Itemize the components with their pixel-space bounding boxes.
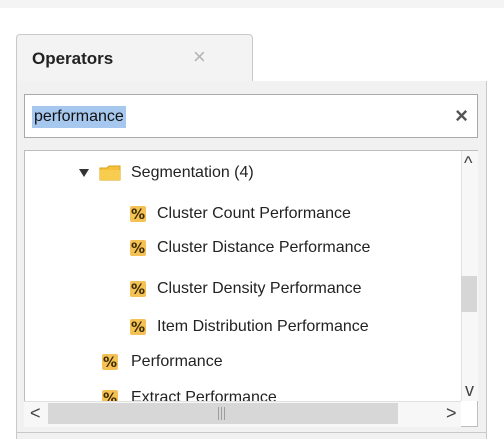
operator-percent-icon: % [130, 319, 146, 336]
top-strip [0, 0, 504, 8]
tree-item[interactable]: % Cluster Density Performance [25, 276, 461, 302]
expand-triangle-icon[interactable] [79, 169, 89, 177]
panel-divider [16, 432, 487, 433]
scroll-right-icon[interactable]: > [446, 404, 457, 422]
tree-item[interactable]: % Item Distribution Performance [25, 314, 461, 340]
svg-text:%: % [131, 207, 145, 223]
tab-title: Operators [32, 49, 114, 68]
tree-item-label: Cluster Count Performance [157, 205, 351, 222]
operator-percent-icon: % [130, 240, 146, 257]
svg-text:%: % [131, 241, 145, 257]
tab-operators[interactable]: Operators × [16, 34, 253, 82]
tree-item[interactable]: % Cluster Count Performance [25, 201, 461, 227]
svg-text:%: % [103, 355, 117, 371]
operator-percent-icon: % [130, 281, 146, 298]
search-field[interactable]: performance × [24, 94, 478, 138]
grip-line [218, 407, 219, 420]
tree-item[interactable]: % Cluster Distance Performance [25, 235, 461, 261]
scroll-down-icon[interactable]: v [465, 381, 474, 399]
grip-line [221, 407, 222, 420]
tree-item-label: Cluster Density Performance [157, 280, 362, 297]
search-input[interactable]: performance [32, 106, 126, 128]
svg-text:%: % [131, 282, 145, 298]
folder-icon [99, 165, 121, 181]
operator-percent-icon: % [130, 206, 146, 223]
close-icon[interactable]: × [193, 44, 206, 70]
tree-item[interactable]: % Performance [25, 349, 461, 375]
tree-folder-label: Segmentation (4) [131, 164, 254, 181]
clear-icon[interactable]: × [455, 103, 468, 129]
vertical-scroll-thumb[interactable] [461, 276, 477, 312]
scroll-up-icon[interactable]: ^ [464, 154, 472, 172]
tree-item-label: Performance [131, 353, 223, 370]
scroll-left-icon[interactable]: < [30, 404, 41, 422]
horizontal-scroll-thumb[interactable] [48, 403, 398, 424]
grip-line [224, 407, 225, 420]
tree-item-label: Cluster Distance Performance [157, 239, 371, 256]
tree-folder-segmentation[interactable]: Segmentation (4) [25, 160, 461, 186]
tree-item-label: Item Distribution Performance [157, 318, 369, 335]
operator-percent-icon: % [102, 354, 118, 371]
svg-text:%: % [131, 320, 145, 336]
operator-tree: Segmentation (4) % Cluster Count Perform… [24, 150, 478, 427]
